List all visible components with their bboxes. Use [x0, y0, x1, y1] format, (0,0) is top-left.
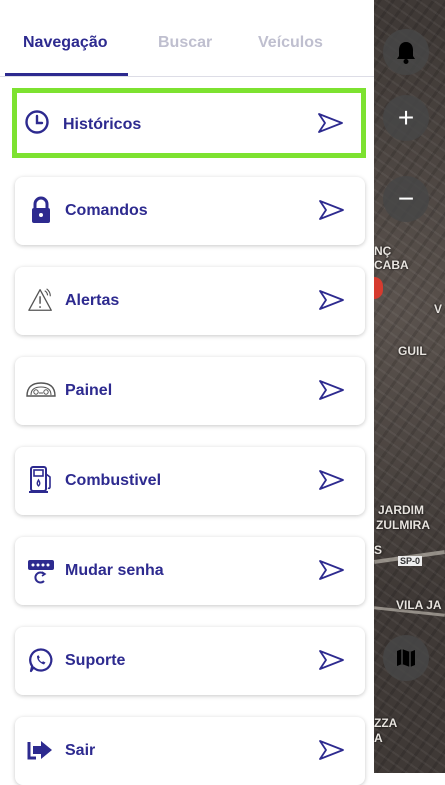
map-place-label: S: [374, 543, 383, 557]
menu-item-comandos[interactable]: Comandos: [15, 177, 365, 245]
menu-item-combustivel[interactable]: Combustivel: [15, 447, 365, 515]
menu-item-painel[interactable]: Painel: [15, 357, 365, 425]
tab-navegacao[interactable]: Navegação: [23, 34, 108, 52]
tab-veiculos[interactable]: Veículos: [258, 34, 323, 52]
menu-item-alertas[interactable]: Alertas: [15, 267, 365, 335]
chevron-right-icon: [319, 290, 344, 310]
alert-icon: [27, 286, 55, 314]
map-layers-icon: [397, 649, 415, 667]
menu-item-label: Painel: [65, 382, 113, 399]
menu-item-sair[interactable]: Sair: [15, 717, 365, 785]
notification-button[interactable]: [383, 29, 429, 75]
menu-item-label: Suporte: [65, 652, 126, 669]
zoom-out-button[interactable]: −: [383, 176, 429, 222]
zoom-in-icon: +: [397, 102, 415, 133]
menu-item-label: Mudar senha: [65, 562, 164, 579]
chevron-right-icon: [318, 113, 343, 133]
clock-icon: [23, 108, 51, 136]
map-place-label: ZZA: [374, 716, 398, 730]
navigation-drawer: Navegação Buscar Veículos Históricos Com…: [0, 0, 374, 785]
menu-item-label: Sair: [65, 742, 96, 759]
map-place-label: V: [434, 302, 443, 316]
menu-item-label: Alertas: [65, 292, 120, 309]
map-place-label: JARDIM: [378, 503, 425, 517]
menu-item-historicos[interactable]: Históricos: [12, 88, 366, 158]
map-place-label: ZULMIRA: [376, 518, 430, 532]
chevron-right-icon: [319, 560, 344, 580]
map-place-label: A: [374, 731, 383, 745]
menu-item-suporte[interactable]: Suporte: [15, 627, 365, 695]
map-place-label: SP-0: [398, 556, 423, 566]
menu-item-label: Combustivel: [65, 472, 162, 489]
fuel-icon: [27, 466, 55, 494]
map-type-button[interactable]: [383, 635, 429, 681]
chevron-right-icon: [319, 740, 344, 760]
chevron-right-icon: [319, 200, 344, 220]
chevron-right-icon: [319, 650, 344, 670]
zoom-out-icon: −: [397, 183, 415, 214]
tab-buscar[interactable]: Buscar: [158, 34, 212, 52]
menu-item-label: Históricos: [63, 116, 142, 133]
chevron-right-icon: [319, 380, 344, 400]
lock-icon: [27, 196, 55, 224]
password-icon: [27, 556, 55, 584]
zoom-in-button[interactable]: +: [383, 95, 429, 141]
map-place-label: VILA JA: [396, 598, 442, 612]
tab-bar: Navegação Buscar Veículos: [0, 0, 374, 77]
dashboard-icon: [25, 376, 57, 404]
bell-icon: [397, 42, 415, 64]
map-place-label: NÇ: [374, 244, 392, 258]
menu-item-mudar-senha[interactable]: Mudar senha: [15, 537, 365, 605]
menu-item-label: Comandos: [65, 202, 148, 219]
map-place-label: CABA: [374, 258, 409, 272]
whatsapp-icon: [27, 646, 55, 674]
map-place-label: GUIL: [398, 344, 427, 358]
tabs-divider: [0, 76, 374, 77]
chevron-right-icon: [319, 470, 344, 490]
logout-icon: [27, 736, 55, 764]
